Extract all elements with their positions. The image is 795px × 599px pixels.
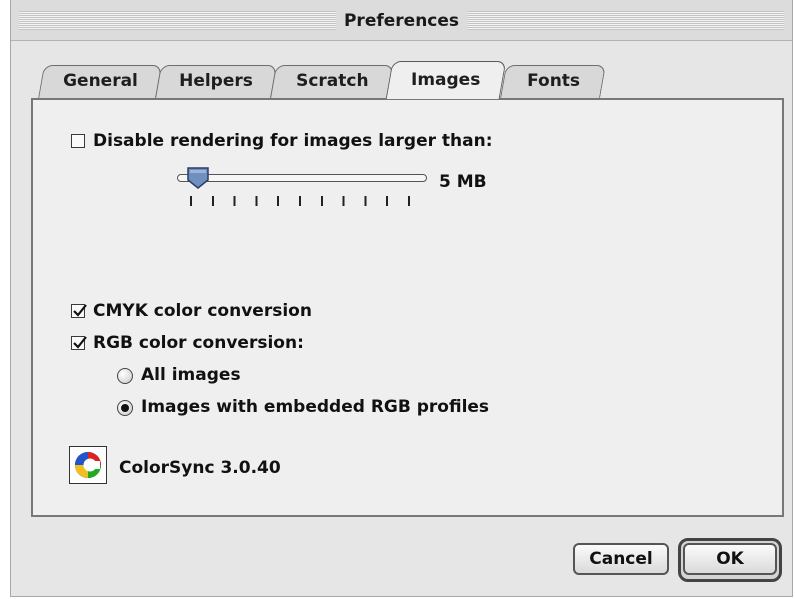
window-title: Preferences: [335, 9, 468, 33]
size-slider-value: 5 MB: [439, 172, 487, 192]
preferences-window: Preferences General Helpers Scratch Imag…: [10, 0, 793, 597]
title-bar[interactable]: Preferences: [11, 0, 792, 41]
ok-button[interactable]: OK: [683, 543, 777, 575]
size-slider-ticks: [190, 196, 430, 206]
colorsync-icon[interactable]: [69, 446, 107, 484]
cancel-button[interactable]: Cancel: [573, 543, 669, 575]
radio-all-images-label[interactable]: All images: [141, 365, 241, 385]
colorsync-version-label: ColorSync 3.0.40: [119, 458, 281, 478]
cmyk-conversion-checkbox[interactable]: [71, 304, 87, 318]
disable-rendering-checkbox[interactable]: [71, 134, 85, 148]
tab-fonts[interactable]: Fonts: [500, 65, 606, 98]
radio-all-images[interactable]: [117, 368, 133, 384]
rgb-conversion-label: RGB color conversion:: [93, 333, 304, 353]
size-slider-thumb[interactable]: [186, 166, 210, 190]
cmyk-conversion-label: CMYK color conversion: [93, 301, 312, 321]
tab-images[interactable]: Images: [385, 61, 507, 99]
tab-helpers[interactable]: Helpers: [155, 65, 277, 98]
size-slider-track[interactable]: [177, 174, 427, 182]
radio-embedded-rgb-profiles[interactable]: [117, 400, 133, 416]
rgb-conversion-checkbox[interactable]: [71, 336, 87, 350]
radio-selected-dot: [121, 404, 129, 412]
disable-rendering-label: Disable rendering for images larger than…: [93, 131, 493, 151]
checkmark-icon: [73, 336, 87, 349]
radio-embedded-rgb-profiles-label[interactable]: Images with embedded RGB profiles: [141, 397, 489, 417]
images-panel: Disable rendering for images larger than…: [31, 98, 784, 517]
checkmark-icon: [73, 304, 87, 317]
tab-scratch[interactable]: Scratch: [270, 65, 394, 98]
tab-general[interactable]: General: [38, 65, 162, 98]
